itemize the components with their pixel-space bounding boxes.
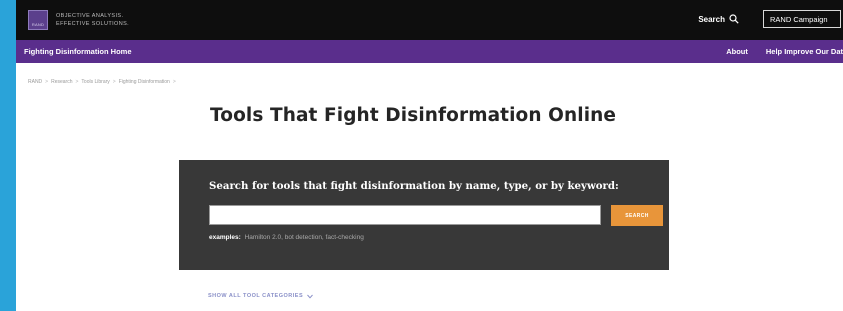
search-icon xyxy=(729,14,739,24)
tagline-line-1: OBJECTIVE ANALYSIS. xyxy=(56,12,124,19)
rand-logo[interactable]: RAND xyxy=(28,10,48,30)
examples-label: examples: xyxy=(209,234,241,241)
breadcrumb-separator: > xyxy=(112,79,116,85)
breadcrumb-item[interactable]: Tools Library xyxy=(81,79,109,85)
chevron-down-icon xyxy=(307,294,313,299)
search-button[interactable]: SEARCH xyxy=(611,205,663,226)
tagline-line-2: EFFECTIVE SOLUTIONS. xyxy=(56,20,130,27)
search-link-label: Search xyxy=(698,14,725,24)
top-header: RAND OBJECTIVE ANALYSIS. EFFECTIVE SOLUT… xyxy=(16,0,843,40)
breadcrumb-item[interactable]: RAND xyxy=(28,79,42,85)
site-home-link[interactable]: Fighting Disinformation Home xyxy=(24,47,132,56)
search-heading: Search for tools that fight disinformati… xyxy=(209,180,619,192)
logo-text: RAND xyxy=(31,22,45,27)
breadcrumb-separator: > xyxy=(45,79,49,85)
nav-about-link[interactable]: About xyxy=(726,47,748,56)
show-all-categories-link[interactable]: SHOW ALL TOOL CATEGORIES xyxy=(208,293,313,299)
search-input[interactable] xyxy=(209,205,601,225)
header-actions: Search RAND Campaign xyxy=(698,10,841,28)
breadcrumb-item[interactable]: Fighting Disinformation xyxy=(119,79,170,85)
search-link[interactable]: Search xyxy=(698,14,739,24)
show-all-label: SHOW ALL TOOL CATEGORIES xyxy=(208,293,304,299)
nav-help-link[interactable]: Help Improve Our Dat xyxy=(766,47,843,56)
breadcrumb-item[interactable]: Research xyxy=(51,79,72,85)
tagline: OBJECTIVE ANALYSIS. EFFECTIVE SOLUTIONS. xyxy=(56,13,129,28)
examples-links[interactable]: Hamilton 2.0, bot detection, fact-checki… xyxy=(245,234,364,241)
breadcrumb-separator: > xyxy=(75,79,79,85)
search-panel: Search for tools that fight disinformati… xyxy=(179,160,669,270)
browser-page: RAND OBJECTIVE ANALYSIS. EFFECTIVE SOLUT… xyxy=(16,0,843,311)
section-nav-links: About Help Improve Our Dat xyxy=(708,40,843,63)
campaign-button[interactable]: RAND Campaign xyxy=(763,10,841,28)
section-nav: Fighting Disinformation Home About Help … xyxy=(16,40,843,63)
page-title: Tools That Fight Disinformation Online xyxy=(210,105,617,126)
breadcrumb-separator: > xyxy=(172,79,176,85)
search-examples: examples: Hamilton 2.0, bot detection, f… xyxy=(209,234,364,241)
breadcrumb: RAND > Research > Tools Library > Fighti… xyxy=(16,79,843,85)
